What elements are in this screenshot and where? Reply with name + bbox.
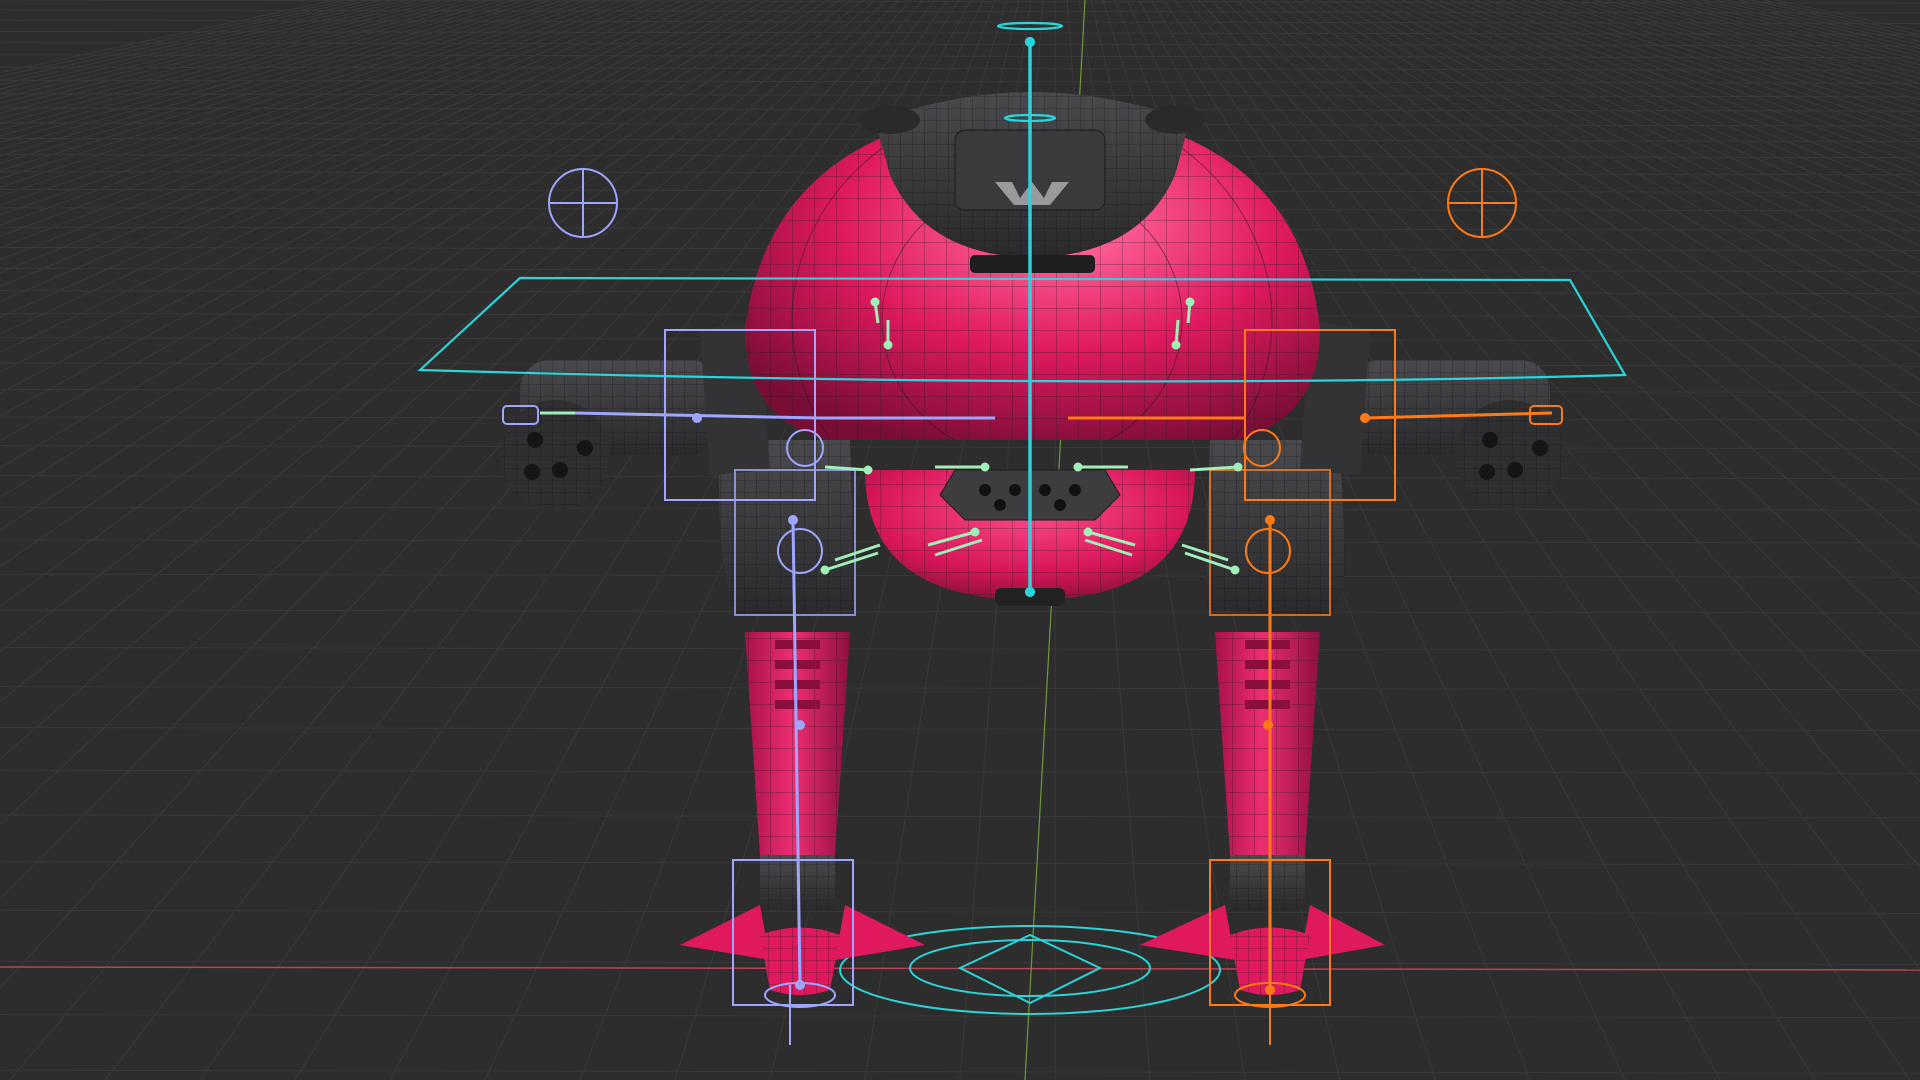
ik-target-left-icon[interactable] [548,168,618,238]
leg-left [680,632,925,995]
3d-viewport[interactable] [0,0,1920,1080]
leg-right [1140,632,1385,995]
ik-target-right-icon[interactable] [1447,168,1517,238]
